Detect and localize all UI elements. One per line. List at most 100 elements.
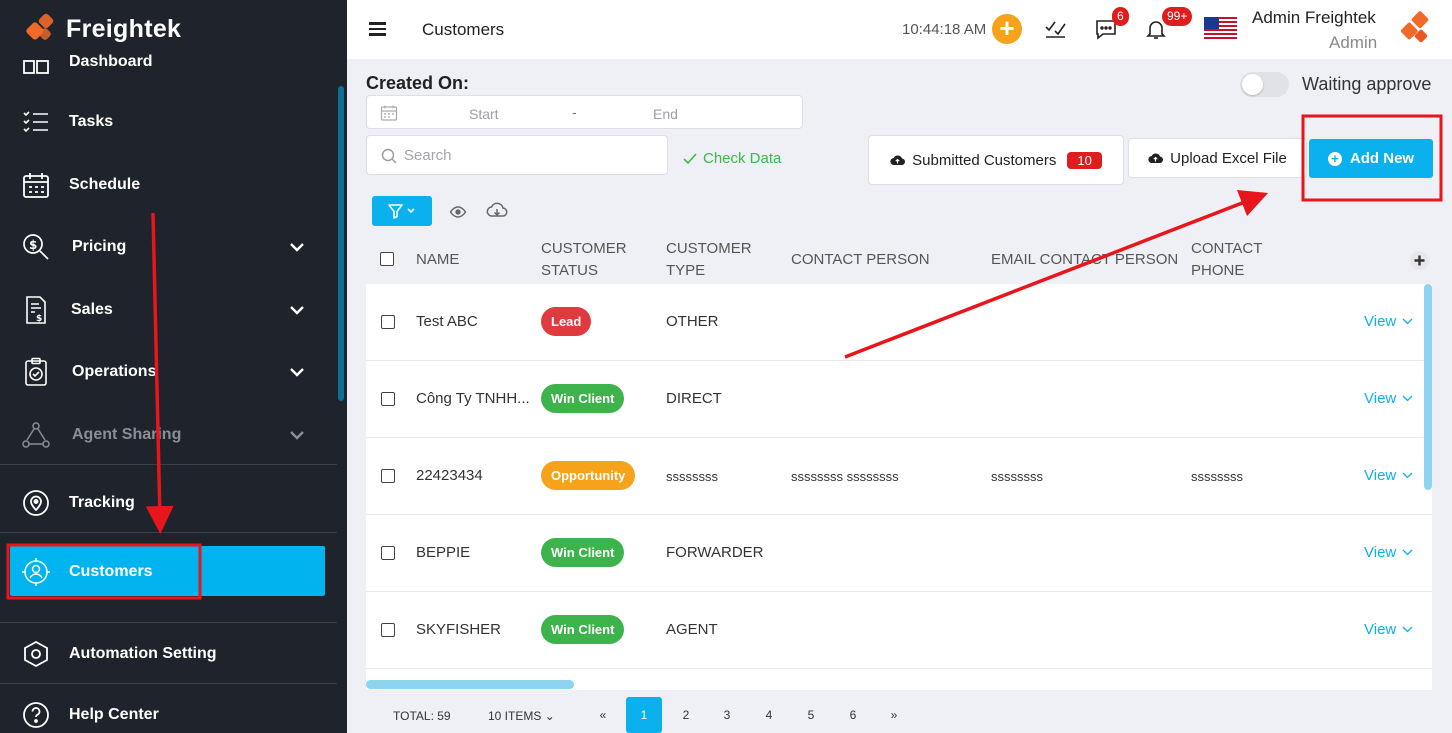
sidebar-scrollbar[interactable] — [338, 86, 344, 401]
sidebar-item-agent-sharing[interactable]: Agent Sharing — [0, 407, 337, 463]
sidebar-item-tracking[interactable]: Tracking — [0, 475, 337, 531]
check-data-button[interactable]: Check Data — [683, 150, 781, 167]
sidebar-item-customers[interactable]: Customers — [0, 544, 337, 600]
row-checkbox[interactable] — [381, 546, 395, 560]
chevron-down-icon[interactable] — [288, 301, 306, 319]
cell-name: Công Ty TNHH... — [416, 390, 530, 407]
chevron-down-icon[interactable] — [288, 363, 306, 381]
sidebar-item-pricing[interactable]: $ Pricing — [0, 219, 337, 275]
view-dropdown-button[interactable]: View — [1364, 544, 1413, 561]
search-box — [366, 135, 668, 175]
chevron-down-icon[interactable] — [288, 426, 306, 444]
sidebar-item-operations[interactable]: Operations — [0, 344, 337, 400]
filter-dropdown-button[interactable] — [372, 196, 432, 226]
us-flag-icon[interactable] — [1204, 17, 1237, 41]
add-new-button[interactable]: + Add New — [1309, 139, 1433, 178]
svg-text:$: $ — [36, 314, 42, 324]
select-all-checkbox[interactable] — [380, 252, 394, 266]
date-range-picker[interactable]: Start - End — [366, 95, 803, 129]
view-dropdown-button[interactable]: View — [1364, 621, 1413, 638]
pagination-page-3[interactable]: 3 — [709, 697, 745, 733]
date-start-input[interactable]: Start — [469, 106, 499, 122]
sidebar-item-label: Operations — [72, 363, 157, 380]
row-checkbox[interactable] — [381, 469, 395, 483]
view-label: View — [1364, 544, 1397, 561]
created-on-label: Created On: — [366, 73, 470, 93]
pagination-prev[interactable]: « — [585, 697, 621, 733]
status-badge: Win Client — [541, 615, 625, 644]
pagination-page-6[interactable]: 6 — [835, 697, 871, 733]
pagination-page-2[interactable]: 2 — [668, 697, 704, 733]
hamburger-menu-icon[interactable] — [369, 22, 386, 36]
column-header-email-contact-person[interactable]: EMAIL CONTACT PERSON — [991, 249, 1178, 271]
eye-icon[interactable] — [449, 203, 467, 221]
chevron-down-icon — [1402, 549, 1413, 556]
status-badge: Win Client — [541, 538, 625, 567]
sidebar-item-label: Pricing — [72, 238, 127, 255]
column-header-customer-type[interactable]: CUSTOMER TYPE — [666, 238, 752, 282]
chevron-down-icon: ⌄ — [544, 709, 555, 723]
row-checkbox[interactable] — [381, 623, 395, 637]
location-pin-icon — [21, 488, 51, 518]
sidebar-item-help-center[interactable]: Help Center — [0, 687, 337, 733]
sidebar-item-sales[interactable]: $ Sales — [0, 282, 337, 338]
cell-name: BEPPIE — [416, 544, 471, 561]
pagination-page-5[interactable]: 5 — [793, 697, 829, 733]
status-badge: Win Client — [541, 384, 625, 413]
cell-type: FORWARDER — [666, 544, 764, 561]
table-horizontal-scrollbar[interactable] — [366, 680, 574, 689]
view-label: View — [1364, 313, 1397, 330]
cell-name: Test ABC — [416, 313, 478, 330]
submitted-customers-label: Submitted Customers — [912, 151, 1057, 169]
table-row[interactable]: Test ABC Lead OTHER View — [366, 284, 1432, 361]
quick-add-button[interactable]: + — [992, 14, 1022, 44]
pagination-page-4[interactable]: 4 — [751, 697, 787, 733]
date-end-input[interactable]: End — [653, 106, 678, 122]
view-label: View — [1364, 390, 1397, 407]
table-row[interactable]: BEPPIE Win Client FORWARDER View — [366, 515, 1432, 592]
column-header-contact-person[interactable]: CONTACT PERSON — [791, 249, 930, 271]
table-vertical-scrollbar[interactable] — [1424, 284, 1432, 490]
cell-type: OTHER — [666, 313, 719, 330]
waiting-approve-toggle[interactable] — [1240, 72, 1289, 97]
sidebar-item-schedule[interactable]: Schedule — [0, 157, 337, 213]
top-header: Customers 10:44:18 AM + 6 99+ Admin Frei… — [347, 0, 1452, 59]
table-row[interactable]: 22423434 Opportunity ssssssss ssssssss s… — [366, 438, 1432, 515]
table-row[interactable]: Công Ty TNHH... Win Client DIRECT View — [366, 361, 1432, 438]
sidebar-item-tasks[interactable]: Tasks — [0, 94, 337, 150]
view-dropdown-button[interactable]: View — [1364, 467, 1413, 484]
add-column-icon[interactable] — [1410, 251, 1429, 270]
row-checkbox[interactable] — [381, 392, 395, 406]
check-icon — [683, 152, 697, 164]
column-header-name[interactable]: NAME — [416, 249, 459, 271]
sidebar-item-label: Agent Sharing — [72, 426, 182, 443]
sidebar-item-dashboard[interactable]: Dashboard — [0, 34, 337, 90]
user-name[interactable]: Admin Freightek — [1252, 8, 1376, 28]
view-dropdown-button[interactable]: View — [1364, 390, 1413, 407]
search-input[interactable] — [404, 136, 654, 174]
notifications-badge: 99+ — [1162, 7, 1193, 26]
messages-badge: 6 — [1112, 7, 1129, 26]
sidebar-item-label: Tracking — [69, 494, 135, 511]
items-per-page-select[interactable]: 10 ITEMS ⌄ — [488, 709, 555, 723]
upload-excel-button[interactable]: Upload Excel File — [1128, 138, 1307, 178]
chevron-down-icon — [1402, 626, 1413, 633]
pricing-search-icon: $ — [21, 232, 51, 262]
chevron-down-icon[interactable] — [288, 238, 306, 256]
user-role: Admin — [1329, 33, 1378, 52]
pagination-page-1[interactable]: 1 — [626, 697, 662, 733]
cloud-download-icon[interactable] — [486, 201, 508, 221]
sidebar-item-automation-setting[interactable]: Automation Setting — [0, 626, 337, 682]
plus-circle-icon: + — [1327, 151, 1342, 166]
checklist-icon[interactable] — [1044, 17, 1068, 41]
view-dropdown-button[interactable]: View — [1364, 313, 1413, 330]
column-header-customer-status[interactable]: CUSTOMER STATUS — [541, 238, 627, 282]
pagination-next[interactable]: » — [876, 697, 912, 733]
table-row[interactable]: SKYFISHER Win Client AGENT View — [366, 592, 1432, 669]
user-avatar[interactable] — [1400, 11, 1436, 47]
column-header-contact-phone[interactable]: CONTACT PHONE — [1191, 238, 1262, 282]
submitted-count-badge: 10 — [1067, 151, 1102, 169]
chevron-down-icon — [1402, 318, 1413, 325]
submitted-customers-button[interactable]: Submitted Customers 10 — [868, 135, 1124, 185]
row-checkbox[interactable] — [381, 315, 395, 329]
